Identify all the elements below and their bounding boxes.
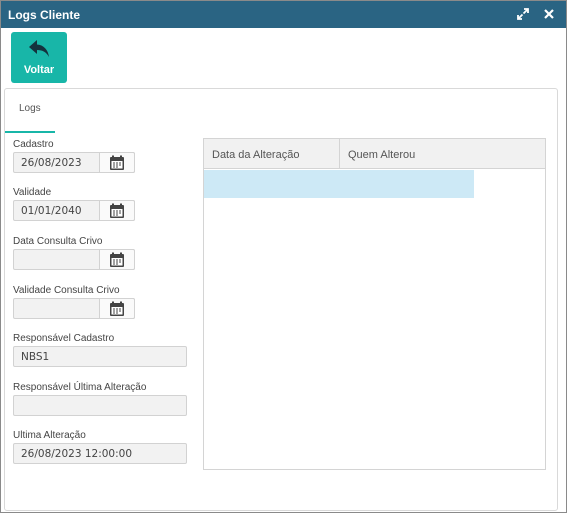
cadastro-calendar-icon[interactable] xyxy=(99,152,135,173)
column-header-label: Quem Alterou xyxy=(348,149,416,161)
validade-consulta-crivo-calendar-icon[interactable] xyxy=(99,298,135,319)
validade-label: Validade xyxy=(13,187,52,198)
window-title: Logs Cliente xyxy=(8,8,81,22)
table-row[interactable] xyxy=(204,170,474,198)
data-consulta-crivo-date-field[interactable] xyxy=(13,249,135,270)
validade-value: 01/01/2040 xyxy=(21,205,82,217)
data-consulta-crivo-label: Data Consulta Crivo xyxy=(13,236,103,247)
column-header-quem-alterou[interactable]: Quem Alterou xyxy=(340,139,545,169)
responsavel-cadastro-label: Responsável Cadastro xyxy=(13,333,115,344)
ultima-alteracao-label: Ultima Alteração xyxy=(13,430,86,441)
logs-cliente-window: Logs Cliente Voltar Logs Cadastro 26/08/… xyxy=(0,0,567,513)
responsavel-cadastro-field[interactable]: NBS1 xyxy=(13,346,187,367)
logs-grid: Data da Alteração Quem Alterou xyxy=(203,138,546,470)
data-consulta-crivo-calendar-icon[interactable] xyxy=(99,249,135,270)
title-bar: Logs Cliente xyxy=(1,1,566,28)
cadastro-date-field[interactable]: 26/08/2023 xyxy=(13,152,135,173)
column-header-label: Data da Alteração xyxy=(212,149,300,161)
validade-date-field[interactable]: 01/01/2040 xyxy=(13,200,135,221)
back-button[interactable]: Voltar xyxy=(11,32,67,83)
ultima-alteracao-value: 26/08/2023 12:00:00 xyxy=(21,448,133,460)
tab-logs-label: Logs xyxy=(19,103,41,114)
close-icon[interactable] xyxy=(541,6,557,22)
grid-header: Data da Alteração Quem Alterou xyxy=(204,139,545,169)
cadastro-value: 26/08/2023 xyxy=(21,157,82,169)
tab-logs[interactable]: Logs xyxy=(5,89,55,133)
maximize-icon[interactable] xyxy=(515,6,531,22)
responsavel-cadastro-value: NBS1 xyxy=(21,351,50,363)
ultima-alteracao-field[interactable]: 26/08/2023 12:00:00 xyxy=(13,443,187,464)
responsavel-ultima-alteracao-label: Responsável Última Alteração xyxy=(13,382,147,393)
validade-consulta-crivo-date-field[interactable] xyxy=(13,298,135,319)
validade-consulta-crivo-label: Validade Consulta Crivo xyxy=(13,285,120,296)
back-button-label: Voltar xyxy=(23,64,55,76)
back-arrow-icon xyxy=(28,39,50,59)
responsavel-ultima-alteracao-field[interactable] xyxy=(13,395,187,416)
column-header-data-alteracao[interactable]: Data da Alteração xyxy=(204,139,340,169)
validade-calendar-icon[interactable] xyxy=(99,200,135,221)
cadastro-label: Cadastro xyxy=(13,139,54,150)
